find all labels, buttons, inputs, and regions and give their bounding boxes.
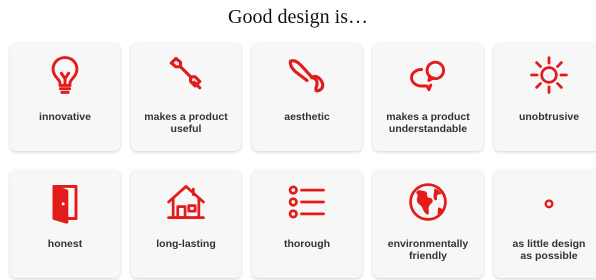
dot-icon xyxy=(525,178,573,226)
card-environmentally-friendly[interactable]: environmentally friendly xyxy=(373,170,483,278)
wrench-icon xyxy=(162,51,210,99)
principles-grid: innovative makes a product useful aesthe… xyxy=(0,0,596,280)
card-label: as little design as possible xyxy=(512,238,586,262)
card-label: makes a product understandable xyxy=(386,111,470,135)
card-label: environmentally friendly xyxy=(387,238,469,262)
card-label: thorough xyxy=(283,238,331,250)
house-icon xyxy=(162,178,210,226)
card-useful[interactable]: makes a product useful xyxy=(131,43,241,151)
card-innovative[interactable]: innovative xyxy=(10,43,120,151)
lightbulb-icon xyxy=(41,51,89,99)
list-icon xyxy=(283,178,331,226)
sun-icon xyxy=(525,51,573,99)
card-label: unobtrusive xyxy=(518,111,580,123)
open-door-icon xyxy=(41,178,89,226)
card-label: long-lasting xyxy=(156,238,216,250)
card-thorough[interactable]: thorough xyxy=(252,170,362,278)
card-understandable[interactable]: makes a product understandable xyxy=(373,43,483,151)
card-aesthetic[interactable]: aesthetic xyxy=(252,43,362,151)
card-label: makes a product useful xyxy=(144,111,228,135)
card-label: innovative xyxy=(39,111,91,123)
card-honest[interactable]: honest xyxy=(10,170,120,278)
card-label: honest xyxy=(47,238,83,250)
speech-bubbles-icon xyxy=(404,51,452,99)
card-as-little-design[interactable]: as little design as possible xyxy=(494,170,596,278)
globe-icon xyxy=(404,178,452,226)
paintbrush-icon xyxy=(283,51,331,99)
card-unobtrusive[interactable]: unobtrusive xyxy=(494,43,596,151)
card-long-lasting[interactable]: long-lasting xyxy=(131,170,241,278)
card-label: aesthetic xyxy=(284,111,330,123)
